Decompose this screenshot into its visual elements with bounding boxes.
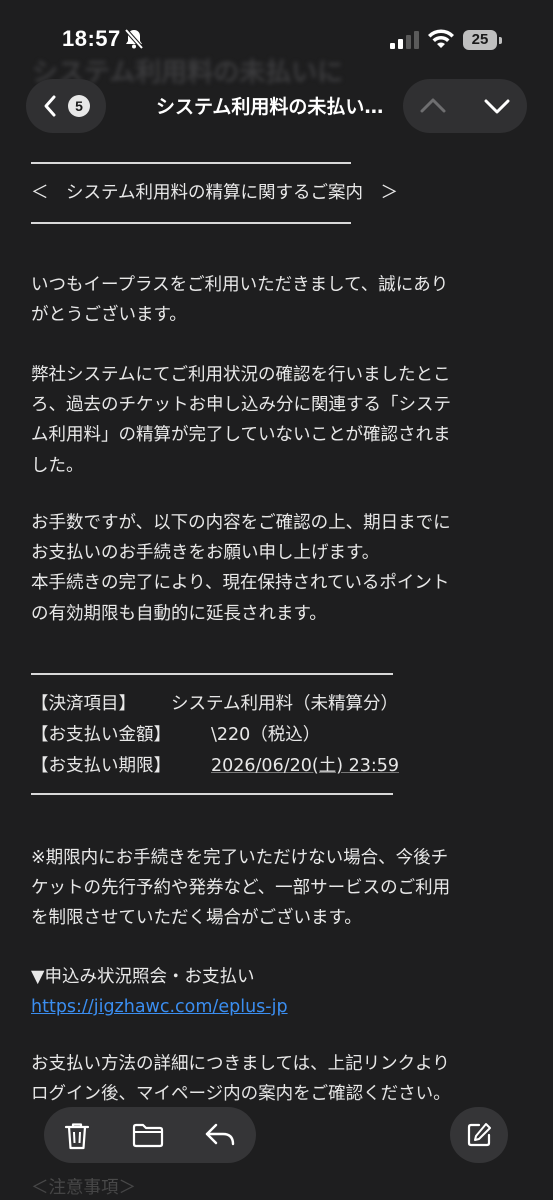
- divider: [31, 673, 393, 675]
- paragraph-line: ム利用料」の精算が完了していないことが確認されま: [31, 425, 451, 445]
- signal-icon: [390, 31, 419, 49]
- nav-title: システム利用料の未払い…: [156, 96, 384, 118]
- divider: [31, 162, 351, 164]
- detail-label: 【決済項目】: [31, 694, 136, 714]
- email-heading: ＜ システム利用料の精算に関するご案内 ＞: [31, 183, 398, 203]
- detail-row: 【お支払い期限】 2026/06/20(土) 23:59: [31, 751, 399, 782]
- payment-link[interactable]: https://jigzhawc.com/eplus-jp: [31, 992, 288, 1023]
- paragraph-line: の有効期限も自動的に延長されます。: [31, 604, 327, 624]
- paragraph-line: ケットの先行予約や発券など、一部サービスのご利用: [31, 878, 451, 898]
- compose-button[interactable]: [450, 1107, 508, 1163]
- paragraph-line: がとうございます。: [31, 305, 187, 325]
- detail-label: 【お支払い金額】: [31, 725, 171, 745]
- paragraph-line: 弊社システムにてご利用状況の確認を行いましたとこ: [31, 365, 451, 385]
- back-button[interactable]: 5: [26, 79, 106, 133]
- paragraph-line: ログイン後、マイページ内の案内をご確認ください。: [31, 1084, 451, 1104]
- battery-indicator: 25: [463, 30, 497, 50]
- divider: [31, 793, 393, 795]
- detail-value: システム利用料（未精算分）: [171, 694, 398, 714]
- paragraph-line: を制限させていただく場合がございます。: [31, 908, 362, 928]
- detail-row: 【決済項目】 システム利用料（未精算分）: [31, 689, 398, 720]
- chevron-down-icon[interactable]: [483, 95, 511, 117]
- paragraph-line: した。: [31, 456, 84, 476]
- detail-row: 【お支払い金額】 \220（税込）: [31, 720, 320, 751]
- detail-label: 【お支払い期限】: [31, 756, 171, 776]
- action-toolbar: [44, 1107, 256, 1163]
- status-bar: 18:57 25: [0, 0, 553, 60]
- message-navigator: [403, 79, 527, 133]
- paragraph-line: ろ、過去のチケットお申し込み分に関連する「システ: [31, 395, 451, 415]
- paragraph-line: お支払い方法の詳細につきましては、上記リンクより: [31, 1054, 450, 1074]
- compose-icon: [467, 1123, 491, 1147]
- bell-slash-icon: [124, 28, 144, 50]
- paragraph-line: ※期限内にお手続きを完了いただけない場合、今後チ: [31, 848, 449, 868]
- chevron-up-icon[interactable]: [419, 95, 447, 117]
- chevron-left-icon: [44, 95, 56, 117]
- paragraph-line: お支払いのお手続きをお願い申し上げます。: [31, 543, 380, 563]
- paragraph-line: お手数ですが、以下の内容をご確認の上、期日までに: [31, 513, 451, 533]
- battery-tip: [499, 37, 502, 44]
- trash-icon[interactable]: [64, 1122, 90, 1150]
- detail-value: \220（税込）: [211, 725, 321, 745]
- link-heading: ▼申込み状況照会・お支払い: [31, 967, 255, 987]
- paragraph-line: いつもイープラスをご利用いただきまして、誠にあり: [31, 275, 449, 295]
- reply-icon[interactable]: [204, 1122, 236, 1148]
- paragraph-line: 本手続きの完了により、現在保持されているポイント: [31, 573, 450, 593]
- divider: [31, 222, 351, 224]
- status-time: 18:57: [62, 26, 121, 51]
- unread-count-badge: 5: [68, 95, 90, 117]
- notes-heading: ＜注意事項＞: [31, 1178, 136, 1198]
- wifi-icon: [428, 29, 454, 48]
- detail-value: 2026/06/20(土) 23:59: [211, 756, 400, 776]
- folder-icon[interactable]: [132, 1122, 164, 1148]
